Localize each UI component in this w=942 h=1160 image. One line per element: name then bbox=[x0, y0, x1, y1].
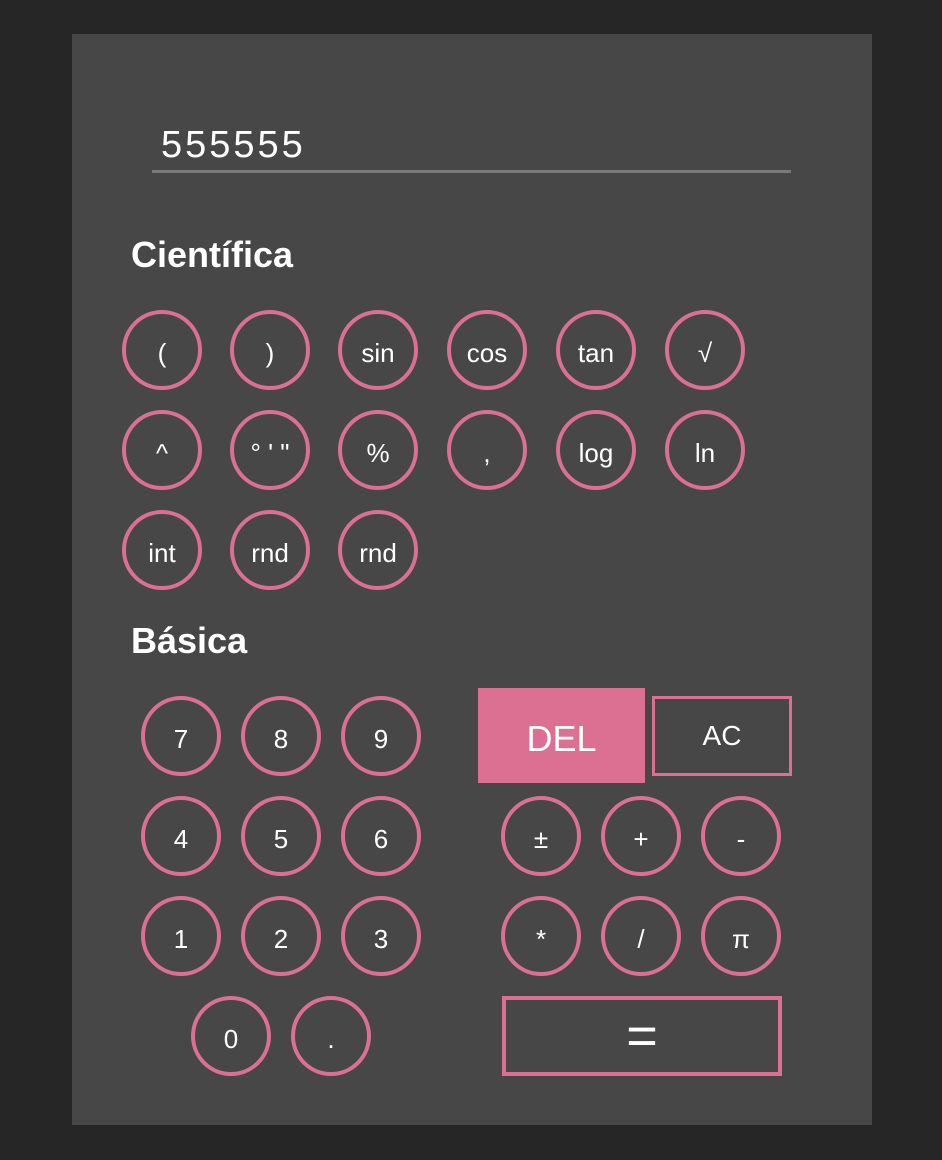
scientific-button[interactable]: √ bbox=[665, 310, 745, 390]
digit-button-2[interactable]: 2 bbox=[241, 896, 321, 976]
digit-button-9[interactable]: 9 bbox=[341, 696, 421, 776]
scientific-button[interactable]: cos bbox=[447, 310, 527, 390]
scientific-button[interactable]: tan bbox=[556, 310, 636, 390]
digit-button-3[interactable]: 3 bbox=[341, 896, 421, 976]
display-value: 555555 bbox=[161, 124, 306, 166]
all-clear-button[interactable]: AC bbox=[652, 696, 792, 776]
scientific-button[interactable]: ° ' " bbox=[230, 410, 310, 490]
scientific-button[interactable]: log bbox=[556, 410, 636, 490]
basic-heading: Básica bbox=[131, 620, 248, 661]
add-button[interactable]: + bbox=[601, 796, 681, 876]
digit-button-1[interactable]: 1 bbox=[141, 896, 221, 976]
scientific-button[interactable]: ( bbox=[122, 310, 202, 390]
pi-button[interactable]: π bbox=[701, 896, 781, 976]
scientific-button[interactable]: int bbox=[122, 510, 202, 590]
divide-button[interactable]: / bbox=[601, 896, 681, 976]
decimal-button[interactable]: . bbox=[291, 996, 371, 1076]
scientific-button[interactable]: , bbox=[447, 410, 527, 490]
digit-button-4[interactable]: 4 bbox=[141, 796, 221, 876]
digit-button-6[interactable]: 6 bbox=[341, 796, 421, 876]
scientific-button[interactable]: % bbox=[338, 410, 418, 490]
scientific-button[interactable]: ln bbox=[665, 410, 745, 490]
plus-minus-button[interactable]: ± bbox=[501, 796, 581, 876]
digit-button-8[interactable]: 8 bbox=[241, 696, 321, 776]
scientific-button[interactable]: sin bbox=[338, 310, 418, 390]
scientific-button[interactable]: ) bbox=[230, 310, 310, 390]
equals-button[interactable]: = bbox=[502, 996, 782, 1076]
display-input[interactable]: 555555 bbox=[152, 118, 791, 173]
digit-button-7[interactable]: 7 bbox=[141, 696, 221, 776]
digit-button-0[interactable]: 0 bbox=[191, 996, 271, 1076]
digit-button-5[interactable]: 5 bbox=[241, 796, 321, 876]
scientific-button[interactable]: rnd bbox=[230, 510, 310, 590]
scientific-button[interactable]: ^ bbox=[122, 410, 202, 490]
delete-button[interactable]: DEL bbox=[478, 688, 645, 783]
multiply-button[interactable]: * bbox=[501, 896, 581, 976]
scientific-heading: Científica bbox=[131, 234, 294, 275]
subtract-button[interactable]: - bbox=[701, 796, 781, 876]
scientific-button[interactable]: rnd bbox=[338, 510, 418, 590]
